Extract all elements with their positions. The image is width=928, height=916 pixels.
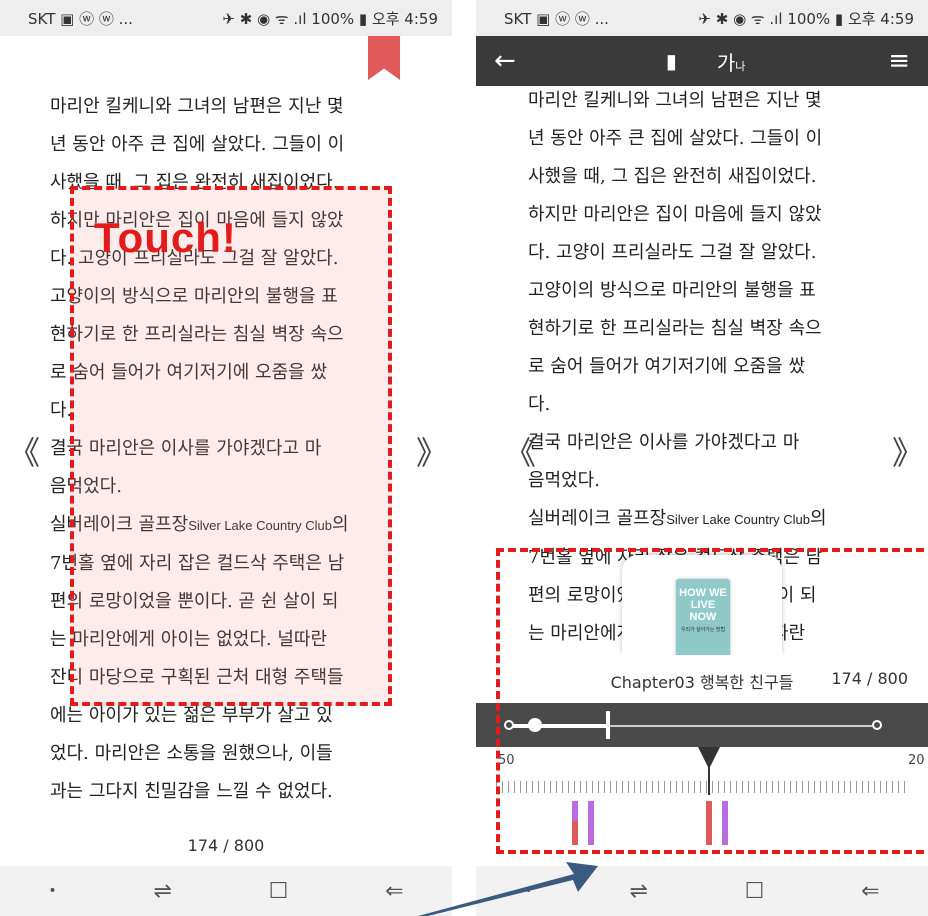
text-line: 로 숨어 들어가 여기저기에 오줌을 쌌 [528, 356, 806, 377]
reader-toolbar: ← ▮ 가나 ≡ [476, 36, 928, 86]
touch-area-highlight[interactable] [70, 186, 392, 706]
menu-icon[interactable]: ≡ [888, 46, 910, 76]
text-line: 결국 마리안은 이사를 가야겠다고 마 [528, 432, 800, 453]
android-nav-bar: • ⇌ ☐ ⇐ [0, 866, 452, 916]
font-size-label: 가 [716, 50, 736, 75]
font-size-button[interactable]: 가나 [717, 47, 746, 76]
prev-page-arrow-icon[interactable]: 《 [8, 428, 40, 474]
text-line: 년 동안 아주 큰 집에 살았다. 그들이 이 [50, 134, 345, 155]
nav-dot-icon: • [524, 883, 533, 899]
bookmark-icon[interactable]: ▮ [666, 49, 677, 73]
home-icon[interactable]: ☐ [745, 879, 765, 904]
status-indicators: ✈ ✱ ◉ ᯤ .ıl 100% ▮ 오후 4:59 [222, 9, 438, 28]
text-line: 실버레이크 골프장Silver Lake Country Club의 [528, 500, 888, 539]
page-number: 174 / 800 [187, 836, 265, 855]
text-line: 하지만 마리안은 집이 마음에 들지 않았 [528, 204, 822, 225]
text-span: 실버레이크 골프장 [528, 508, 667, 529]
text-line: 었다. 마리안은 소통을 원했으나, 이들 [50, 743, 333, 764]
android-nav-bar: • ⇌ ☐ ⇐ [476, 866, 928, 916]
next-page-arrow-icon[interactable]: 》 [416, 428, 448, 474]
back-icon[interactable]: ⇐ [385, 879, 403, 904]
text-line: 과는 그다지 친밀감을 느낄 수 없었다. [50, 781, 333, 802]
text-line: 마리안 킬케니와 그녀의 남편은 지난 몇 [50, 96, 344, 117]
text-line: 현하기로 한 프리실라는 침실 벽장 속으 [528, 318, 822, 339]
prev-page-arrow-icon[interactable]: 《 [504, 428, 536, 474]
recent-apps-icon[interactable]: ⇌ [629, 879, 647, 904]
text-line: 마리안 킬케니와 그녀의 남편은 지난 몇 [528, 90, 822, 111]
text-line: 고양이의 방식으로 마리안의 불행을 표 [528, 280, 816, 301]
text-line: 음먹었다. [528, 470, 600, 491]
home-icon[interactable]: ☐ [269, 879, 289, 904]
touch-label: Touch! [94, 214, 237, 261]
font-size-sublabel: 나 [735, 59, 746, 73]
recent-apps-icon[interactable]: ⇌ [153, 879, 171, 904]
text-line: 다. 고양이 프리실라도 그걸 잘 알았다. [528, 242, 817, 263]
nav-dot-icon: • [48, 883, 57, 899]
carrier-label: SKT ▣ ⓦ ⓦ ... [28, 9, 133, 28]
carrier-label: SKT ▣ ⓦ ⓦ ... [504, 9, 609, 28]
status-bar: SKT ▣ ⓦ ⓦ ... ✈ ✱ ◉ ᯤ .ıl 100% ▮ 오후 4:59 [0, 0, 452, 36]
text-small: Silver Lake Country Club [666, 512, 810, 527]
text-line: 사했을 때, 그 집은 완전히 새집이었다. [528, 166, 817, 187]
back-icon[interactable]: ⇐ [861, 879, 879, 904]
status-bar: SKT ▣ ⓦ ⓦ ... ✈ ✱ ◉ ᯤ .ıl 100% ▮ 오후 4:59 [476, 0, 928, 36]
status-indicators: ✈ ✱ ◉ ᯤ .ıl 100% ▮ 오후 4:59 [698, 9, 914, 28]
right-phone-screen: SKT ▣ ⓦ ⓦ ... ✈ ✱ ◉ ᯤ .ıl 100% ▮ 오후 4:59… [476, 0, 928, 916]
navigation-panel-highlight [496, 548, 928, 854]
back-arrow-icon[interactable]: ← [494, 46, 516, 76]
bookmark-ribbon-icon[interactable] [368, 36, 400, 80]
text-span: 의 [810, 508, 827, 529]
next-page-arrow-icon[interactable]: 》 [892, 428, 924, 474]
text-line: 다. [528, 394, 551, 415]
left-phone-screen: SKT ▣ ⓦ ⓦ ... ✈ ✱ ◉ ᯤ .ıl 100% ▮ 오후 4:59… [0, 0, 452, 916]
text-line: 년 동안 아주 큰 집에 살았다. 그들이 이 [528, 128, 823, 149]
